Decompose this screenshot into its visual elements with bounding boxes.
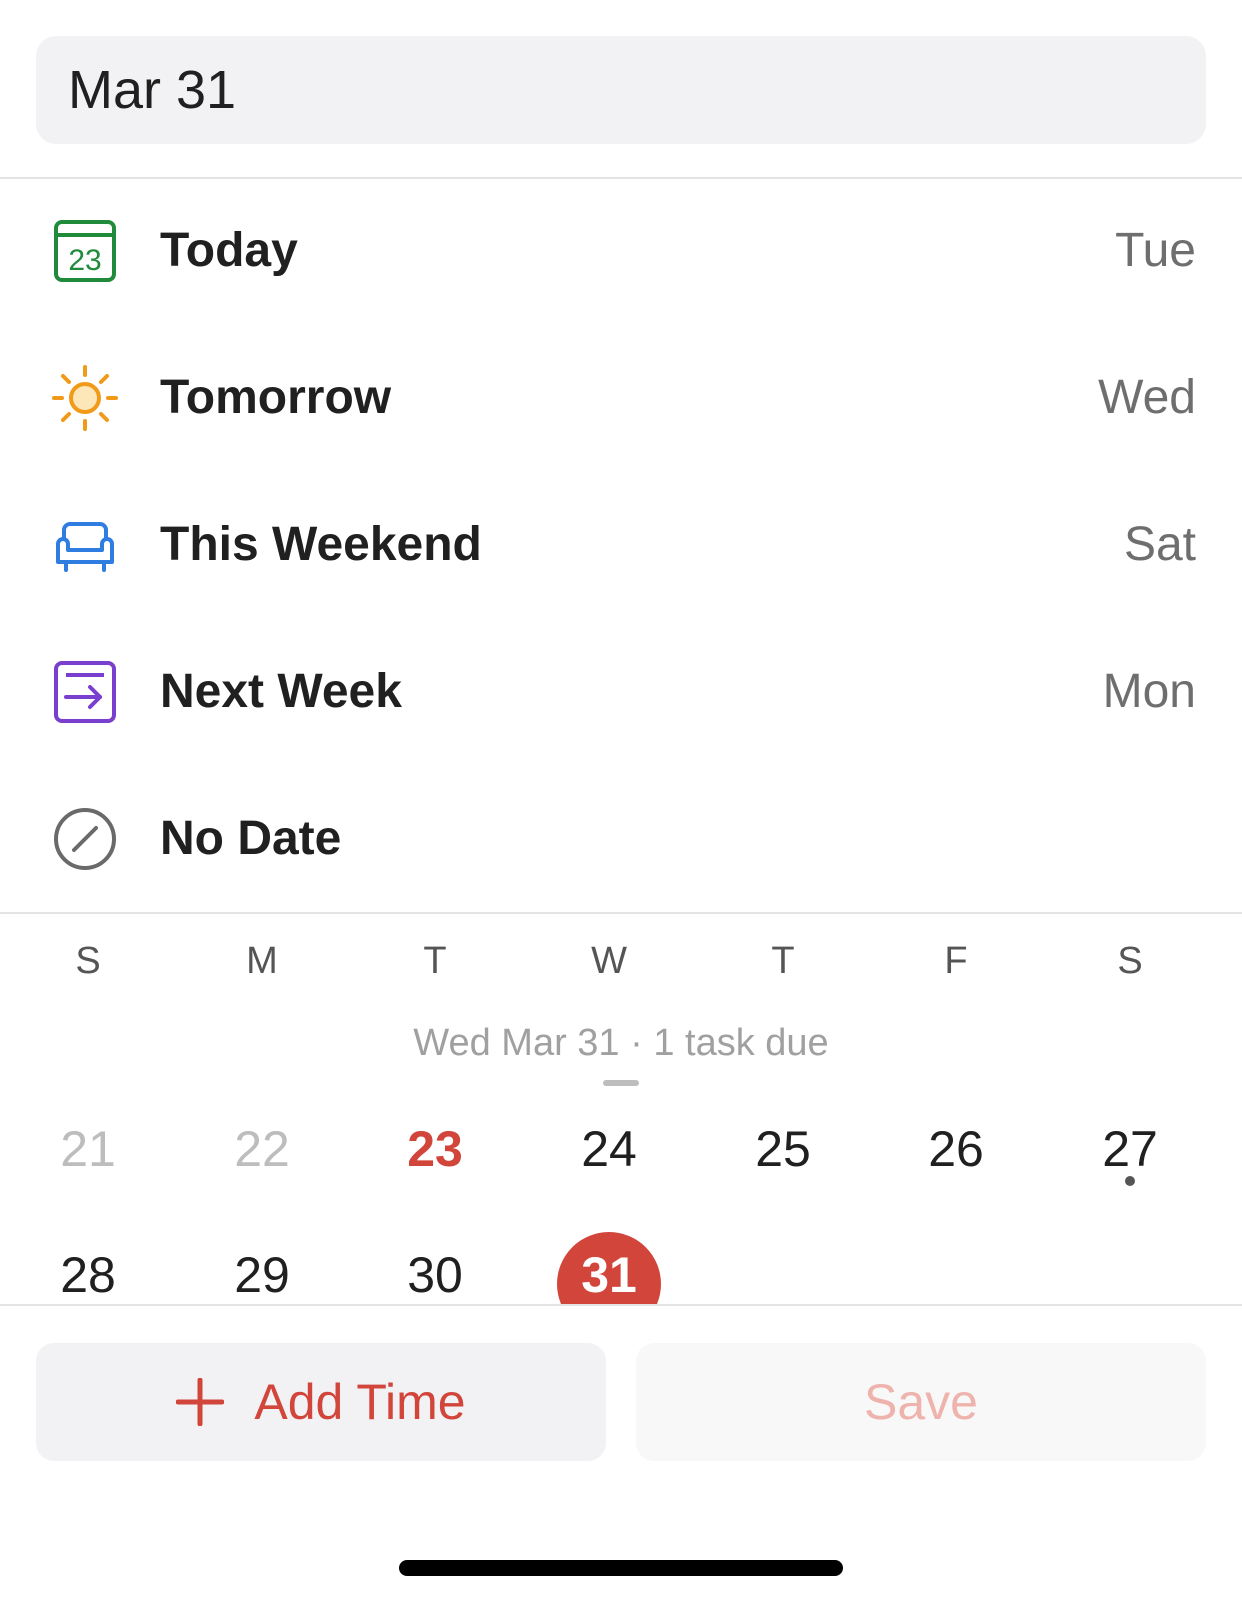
calendar-day[interactable]: 21 [28,1120,148,1178]
weekday-fri: F [944,940,968,982]
home-indicator [399,1560,843,1576]
weekday-sun: S [75,940,101,982]
calendar-day[interactable]: 28 [28,1246,148,1304]
date-input-field[interactable]: Mar 31 [36,36,1206,144]
sofa-icon [56,522,114,572]
bottom-divider [0,1304,1242,1306]
option-today-day: Tue [1115,224,1196,277]
option-this-weekend-label: This Weekend [160,518,482,571]
option-this-weekend[interactable]: This Weekend Sat [0,470,1242,620]
option-next-week[interactable]: Next Week Mon [0,617,1242,767]
save-label: Save [864,1374,978,1430]
calendar-day[interactable]: 24 [549,1120,669,1178]
calendar-day[interactable]: 22 [202,1120,322,1178]
option-no-date-label: No Date [160,812,342,865]
option-tomorrow-label: Tomorrow [160,371,392,424]
weekday-thu: T [771,940,795,982]
calendar-day-selected[interactable]: 31 [549,1246,669,1304]
weekday-sat: S [1117,940,1143,982]
drag-handle[interactable] [603,1080,639,1086]
weekday-mon: M [246,940,278,982]
option-this-weekend-day: Sat [1123,518,1196,571]
calendar-day-today[interactable]: 23 [375,1120,495,1178]
option-tomorrow-day: Wed [1098,371,1196,424]
task-indicator-dot [1125,1176,1135,1186]
selected-date-summary: Wed Mar 31 · 1 task due [413,1022,829,1064]
add-time-button[interactable]: Add Time [36,1343,606,1461]
weekday-wed: W [591,940,627,982]
calendar-today-icon: 23 [54,220,116,282]
calendar-grid: 21 22 23 24 25 26 27 28 29 30 31 [0,1100,1242,1304]
arrow-into-box-icon [54,661,116,723]
plus-icon [176,1377,225,1426]
calendar-day[interactable]: 26 [896,1120,1016,1178]
weekday-tue: T [423,940,447,982]
option-tomorrow[interactable]: Tomorrow Wed [0,323,1242,473]
calendar-day[interactable]: 30 [375,1246,495,1304]
option-no-date[interactable]: No Date [0,764,1242,914]
calendar-today-icon-number: 23 [68,244,101,277]
calendar-day[interactable]: 25 [723,1120,843,1178]
no-date-circle-slash-icon [54,808,116,870]
calendar-day[interactable]: 27 [1070,1120,1190,1178]
sun-icon [52,365,118,431]
option-next-week-day: Mon [1102,665,1196,718]
calendar-day[interactable]: 29 [202,1246,322,1304]
option-today[interactable]: 23 Today Tue [0,176,1242,326]
save-button[interactable]: Save [636,1343,1206,1461]
add-time-label: Add Time [254,1374,466,1430]
option-next-week-label: Next Week [160,665,402,718]
calendar-divider [0,912,1242,914]
option-today-label: Today [160,224,298,277]
